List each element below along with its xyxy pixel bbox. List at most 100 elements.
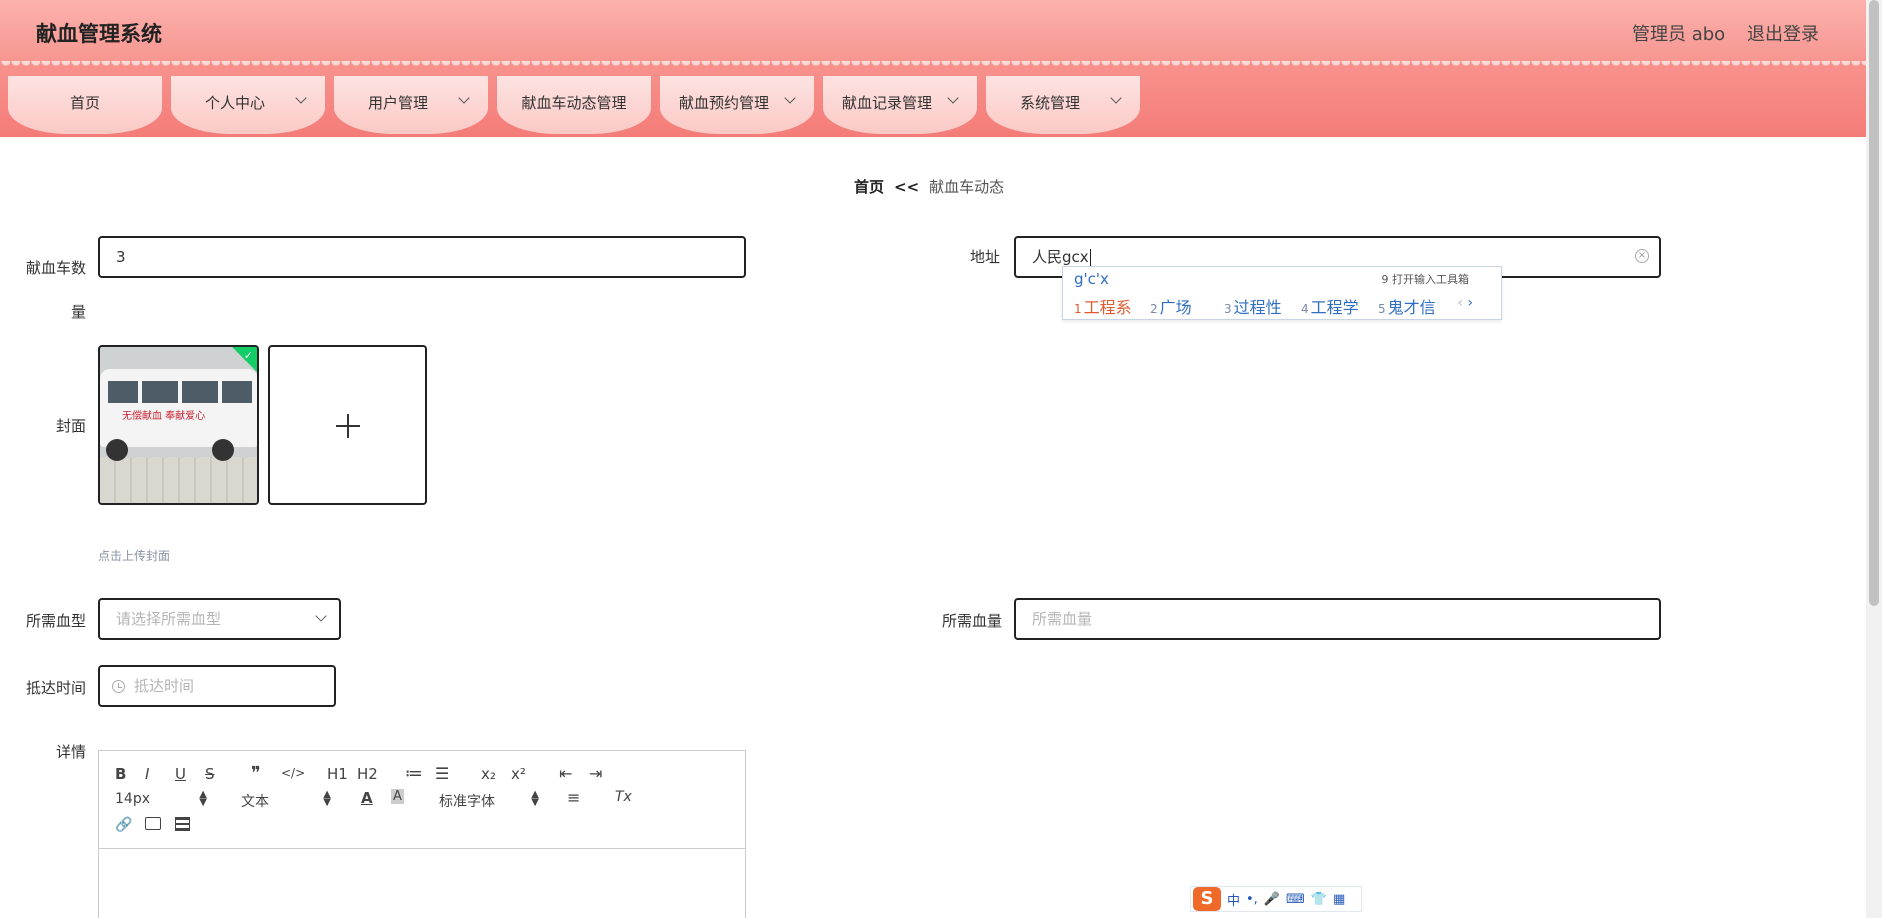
car-count-label: 献血车数量 — [25, 259, 86, 321]
align-icon[interactable]: ≡ — [567, 788, 580, 807]
underline-button[interactable]: U — [175, 765, 186, 783]
app-title: 献血管理系统 — [36, 22, 162, 46]
nav-item-bloodcar-dynamics[interactable]: 献血车动态管理 — [497, 76, 651, 134]
address-label: 地址 — [969, 248, 1000, 266]
logout-link[interactable]: 退出登录 — [1747, 20, 1819, 46]
font-family-select[interactable]: 标准字体 ▲ ▼ — [439, 789, 539, 811]
bus-wheel — [106, 439, 128, 461]
ime-punct-button[interactable]: •, — [1246, 892, 1258, 907]
car-count-input[interactable]: 3 — [98, 236, 746, 278]
video-icon[interactable] — [175, 817, 190, 831]
editor-toolbar: B I U S ❞ </> H1 H2 ≔ ☰ x₂ x² ⇤ ⇥ 14px ▲ ▼… — [99, 751, 745, 849]
cover-image-thumbnail[interactable]: 无偿献血 奉献爱心 ✓ — [98, 345, 259, 505]
font-size-value: 14px — [115, 791, 150, 807]
blood-amount-label: 所需血量 — [941, 612, 1002, 630]
font-color-icon[interactable]: A — [361, 789, 373, 807]
nav-item-donation-appointment[interactable]: 献血预约管理 — [660, 76, 814, 134]
code-block-button[interactable]: </> — [281, 766, 305, 780]
background-color-icon[interactable]: A — [391, 789, 404, 804]
ime-candidate-text: 广场 — [1159, 298, 1192, 317]
nav-item-donation-records[interactable]: 献血记录管理 — [823, 76, 977, 134]
breadcrumb-current: 献血车动态 — [929, 178, 1005, 196]
blood-type-select[interactable]: 请选择所需血型 — [98, 598, 341, 640]
ordered-list-button[interactable]: ≔ — [405, 763, 423, 784]
font-family-value: 标准字体 — [439, 794, 495, 810]
ime-candidate[interactable]: 5 鬼才信 — [1378, 294, 1436, 318]
image-icon[interactable] — [145, 817, 161, 830]
header2-button[interactable]: H2 — [357, 765, 378, 783]
ime-candidate-text: 过程性 — [1233, 298, 1282, 317]
car-count-value: 3 — [116, 248, 126, 266]
keyboard-icon[interactable]: ⌨ — [1286, 892, 1305, 907]
bus-window — [142, 381, 178, 403]
microphone-icon[interactable]: 🎤 — [1264, 892, 1280, 907]
ime-candidate-text: 工程系 — [1083, 298, 1132, 317]
page-scrollbar[interactable] — [1866, 0, 1882, 918]
arrival-time-picker[interactable]: 抵达时间 — [98, 665, 336, 707]
ime-toolbox-link[interactable]: 9 打开输入工具箱 — [1382, 271, 1470, 287]
font-size-select[interactable]: 14px ▲ ▼ — [115, 789, 207, 808]
sogou-logo-icon[interactable]: S — [1193, 887, 1221, 911]
breadcrumb-separator: << — [894, 178, 920, 196]
breadcrumb: 首页 << 献血车动态 — [854, 176, 1004, 197]
updown-arrow-icon: ▲ ▼ — [199, 789, 207, 808]
nav-item-personal-center[interactable]: 个人中心 — [171, 76, 325, 134]
header-select[interactable]: 文本 ▲ ▼ — [241, 790, 331, 811]
clear-format-icon[interactable]: Tx — [615, 789, 632, 805]
nav-item-home[interactable]: 首页 — [8, 76, 162, 134]
header1-button[interactable]: H1 — [327, 765, 348, 783]
page: 献血管理系统 管理员 abo 退出登录 首页 个人中心 用户管理 献血车动态管理… — [0, 0, 1882, 918]
outdent-button[interactable]: ⇤ — [559, 764, 572, 783]
ime-candidate-num: 5 — [1378, 302, 1386, 316]
blockquote-button[interactable]: ❞ — [251, 763, 261, 784]
ime-candidate[interactable]: 3 过程性 — [1224, 294, 1282, 318]
bus-slogan: 无偿献血 奉献爱心 — [122, 411, 206, 422]
admin-label: 管理员 abo — [1632, 24, 1726, 45]
ime-candidate[interactable]: 4 工程学 — [1301, 294, 1359, 318]
nav-item-label: 献血车动态管理 — [521, 94, 627, 112]
chevron-right-icon[interactable]: › — [1467, 295, 1473, 311]
arrival-time-placeholder: 抵达时间 — [134, 677, 195, 695]
italic-button[interactable]: I — [145, 765, 149, 783]
clock-icon — [112, 680, 125, 693]
upload-cover-button[interactable] — [268, 345, 427, 505]
grid-icon[interactable]: ▦ — [1333, 892, 1345, 907]
subscript-button[interactable]: x₂ — [481, 765, 496, 783]
indent-button[interactable]: ⇥ — [589, 764, 602, 783]
blood-type-placeholder: 请选择所需血型 — [116, 610, 222, 628]
ime-candidate-text: 工程学 — [1310, 298, 1359, 317]
address-value: 人民gcx — [1032, 248, 1089, 266]
scrollbar-thumb[interactable] — [1869, 0, 1879, 606]
chevron-left-icon[interactable]: ‹ — [1457, 295, 1463, 311]
ime-candidate-num: 3 — [1224, 302, 1232, 316]
cover-label: 封面 — [55, 417, 86, 435]
blood-amount-placeholder: 所需血量 — [1032, 610, 1093, 628]
link-icon[interactable]: 🔗 — [115, 817, 132, 833]
blood-amount-input[interactable]: 所需血量 — [1014, 598, 1661, 640]
nav-item-user-management[interactable]: 用户管理 — [334, 76, 488, 134]
breadcrumb-home[interactable]: 首页 — [854, 178, 884, 196]
bus-window — [182, 381, 218, 403]
blood-type-label: 所需血型 — [25, 612, 86, 630]
strike-button[interactable]: S — [205, 765, 215, 783]
header-select-value: 文本 — [241, 794, 269, 810]
updown-arrow-icon: ▲ ▼ — [531, 789, 539, 808]
text-caret — [1089, 248, 1091, 267]
chevron-down-icon — [315, 610, 327, 622]
nav-item-system-management[interactable]: 系统管理 — [986, 76, 1140, 134]
ime-status-bar: S 中 •, 🎤 ⌨ 👕 ▦ — [1190, 886, 1362, 912]
ime-page-nav[interactable]: ‹ › — [1457, 295, 1473, 311]
ime-candidate-num: 4 — [1301, 302, 1309, 316]
clear-icon[interactable]: × — [1635, 249, 1649, 263]
ime-candidate[interactable]: 2 广场 — [1150, 294, 1192, 318]
skin-icon[interactable]: 👕 — [1311, 892, 1327, 907]
ime-candidate-num: 1 — [1074, 302, 1082, 316]
ime-candidate[interactable]: 1 工程系 — [1074, 294, 1132, 318]
bold-button[interactable]: B — [115, 765, 126, 783]
ime-candidate-popup: g'c'x 9 打开输入工具箱 1 工程系 2 广场 3 过程性 4 工程学 5 鬼才信 … — [1062, 266, 1502, 320]
superscript-button[interactable]: x² — [511, 765, 526, 783]
nav-item-label: 首页 — [69, 94, 100, 112]
header-scallop-divider — [0, 61, 1866, 71]
ime-mode-button[interactable]: 中 — [1227, 890, 1240, 909]
bullet-list-button[interactable]: ☰ — [435, 764, 449, 783]
